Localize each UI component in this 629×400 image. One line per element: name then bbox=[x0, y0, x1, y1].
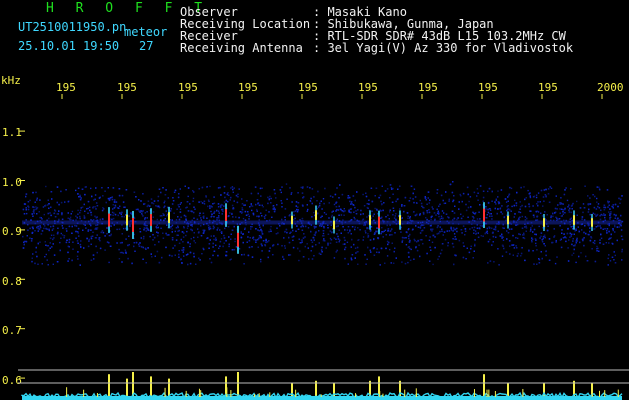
meteor-echo-core bbox=[483, 208, 485, 222]
meteor-echo-core bbox=[333, 220, 335, 230]
meteor-echo-core bbox=[225, 209, 227, 221]
meteor-echo-core bbox=[237, 232, 239, 247]
meteor-echo-core bbox=[132, 217, 134, 232]
meteor-echo-core bbox=[126, 214, 128, 226]
meteor-echo-core bbox=[399, 215, 401, 225]
meteor-echo-core bbox=[591, 218, 593, 227]
meteor-echo-core bbox=[543, 218, 545, 227]
meteor-echo-core bbox=[369, 215, 371, 225]
spectrogram-plot bbox=[18, 94, 629, 400]
meteor-echo-core bbox=[573, 215, 575, 225]
meteor-echo-core bbox=[507, 215, 509, 225]
meteor-echo-core bbox=[315, 210, 317, 220]
baseline-floor bbox=[22, 396, 622, 400]
meteor-echo-core bbox=[378, 216, 380, 229]
meteor-echo-core bbox=[150, 214, 152, 226]
meteor-echo-core bbox=[108, 213, 110, 227]
meteor-echo-core bbox=[291, 215, 293, 225]
carrier-band bbox=[22, 220, 622, 225]
meteor-echo-core bbox=[168, 212, 170, 223]
